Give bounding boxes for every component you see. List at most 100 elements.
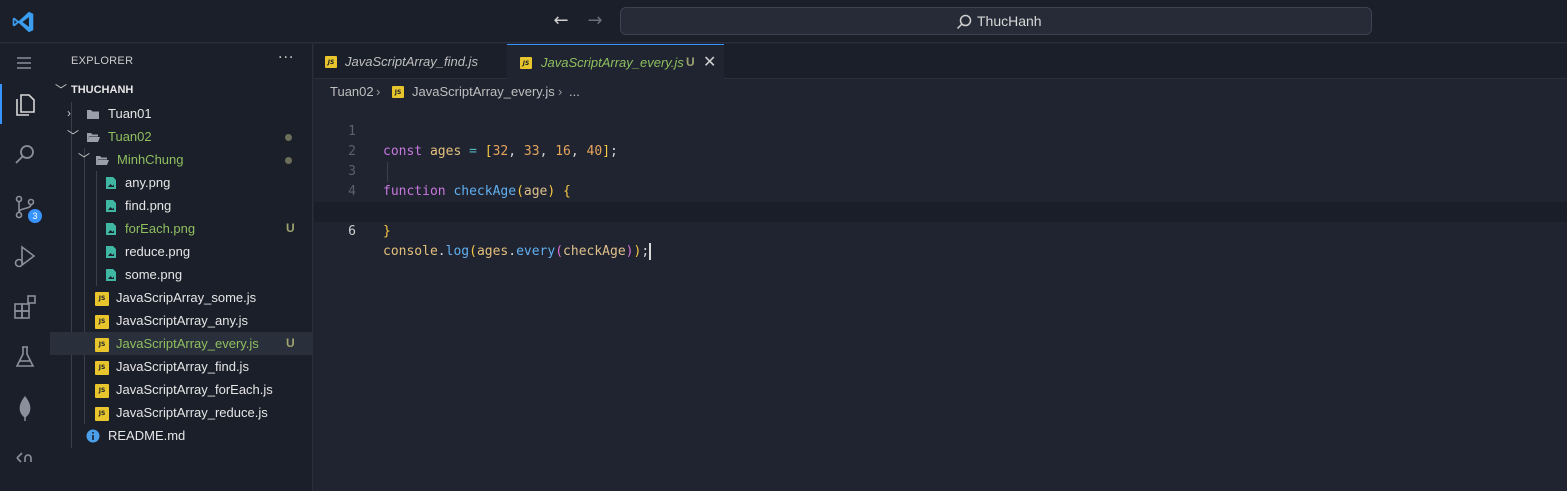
tab-label: JavaScriptArray_find.js bbox=[345, 54, 478, 69]
image-file-icon bbox=[106, 269, 116, 281]
untracked-status: U bbox=[686, 55, 695, 69]
tree-folder-tuan02[interactable]: ﹀ Tuan02 bbox=[50, 125, 312, 148]
tree-item-label: MinhChung bbox=[117, 152, 184, 167]
code-line: 5 } bbox=[314, 182, 1567, 239]
js-file-icon: JS bbox=[325, 56, 337, 68]
tree-folder-minhchung[interactable]: ﹀ MinhChung bbox=[50, 148, 312, 171]
chevron-down-icon: ﹀ bbox=[55, 83, 68, 97]
testing-flask-icon[interactable] bbox=[0, 336, 50, 376]
command-center-search[interactable]: ThucHanh bbox=[620, 7, 1372, 35]
source-control-icon[interactable]: 3 bbox=[0, 186, 50, 226]
line-number: 6 bbox=[348, 224, 356, 239]
tree-file-reduce-png[interactable]: reduce.png bbox=[50, 240, 312, 263]
explorer-title: EXPLORER bbox=[71, 55, 134, 67]
tab-label: JavaScriptArray_every.js bbox=[541, 55, 684, 70]
search-text: ThucHanh bbox=[977, 13, 1042, 29]
tree-item-label: reduce.png bbox=[125, 244, 191, 259]
code-line: 1 const ages = [32, 33, 16, 40]; bbox=[314, 102, 1567, 159]
more-actions-icon[interactable]: ··· bbox=[278, 50, 294, 66]
editor-tabs: JS JavaScriptArray_find.js JS JavaScript… bbox=[314, 44, 1567, 79]
code-line: 4 return age > 18; bbox=[314, 162, 1567, 219]
tree-item-label: any.png bbox=[125, 175, 171, 190]
breadcrumb-file[interactable]: JavaScriptArray_every.js bbox=[412, 82, 555, 102]
tree-item-label: README.md bbox=[108, 428, 186, 443]
workspace-root[interactable]: ﹀ THUCHANH bbox=[50, 79, 312, 102]
untracked-status: U bbox=[286, 221, 295, 235]
code-line-current: 6 console.log(ages.every(checkAge)); bbox=[314, 202, 1567, 260]
modified-dot bbox=[285, 134, 292, 141]
folder-open-icon bbox=[96, 156, 109, 165]
tree-item-label: JavaScriptArray_any.js bbox=[116, 313, 248, 328]
tree-file-every-js[interactable]: JS JavaScriptArray_every.js U bbox=[50, 332, 312, 355]
mongodb-leaf-icon[interactable] bbox=[0, 386, 50, 426]
tab-find-js[interactable]: JS JavaScriptArray_find.js bbox=[314, 44, 507, 79]
tree-file-some-png[interactable]: some.png bbox=[50, 263, 312, 286]
vscode-logo-icon[interactable] bbox=[10, 9, 36, 35]
explorer-sidebar: EXPLORER ··· ﹀ THUCHANH › Tuan01 ﹀ Tuan0… bbox=[50, 44, 313, 491]
code-editor[interactable]: 1 const ages = [32, 33, 16, 40]; 2 3 fun… bbox=[314, 102, 1567, 491]
tree-folder-tuan01[interactable]: › Tuan01 bbox=[50, 102, 312, 125]
chevron-down-icon: ﹀ bbox=[67, 129, 80, 143]
breadcrumb-symbol[interactable]: ... bbox=[569, 82, 580, 102]
folder-open-icon bbox=[87, 133, 100, 142]
js-file-icon: JS bbox=[520, 57, 532, 69]
js-file-icon: JS bbox=[95, 315, 109, 329]
run-debug-icon[interactable] bbox=[0, 236, 50, 276]
chevron-down-icon: ﹀ bbox=[78, 152, 91, 166]
js-file-icon: JS bbox=[95, 384, 109, 398]
tree-file-any-png[interactable]: any.png bbox=[50, 171, 312, 194]
text-cursor bbox=[649, 243, 652, 260]
breadcrumb-folder[interactable]: Tuan02 bbox=[330, 82, 374, 102]
menu-icon[interactable] bbox=[0, 44, 50, 80]
activity-bar: 3 bbox=[0, 44, 50, 491]
search-icon bbox=[956, 14, 972, 30]
tree-item-label: JavaScripArray_some.js bbox=[116, 290, 257, 305]
workspace-root-label: THUCHANH bbox=[71, 84, 134, 96]
search-view-icon[interactable] bbox=[0, 135, 50, 175]
title-bar: ← → ThucHanh bbox=[0, 0, 1567, 43]
tree-file-readme[interactable]: README.md bbox=[50, 424, 312, 447]
tree-item-label: JavaScriptArray_find.js bbox=[116, 359, 249, 374]
tree-item-label: JavaScriptArray_forEach.js bbox=[116, 382, 273, 397]
js-file-icon: JS bbox=[95, 338, 109, 352]
js-file-icon: JS bbox=[95, 292, 109, 306]
tree-file-reduce-js[interactable]: JS JavaScriptArray_reduce.js bbox=[50, 401, 312, 424]
tree-item-label: forEach.png bbox=[125, 221, 196, 236]
forward-arrow-icon[interactable]: → bbox=[583, 10, 607, 32]
tree-item-label: find.png bbox=[125, 198, 172, 213]
tree-item-label: some.png bbox=[125, 267, 183, 282]
tree-file-some-js[interactable]: JS JavaScripArray_some.js bbox=[50, 286, 312, 309]
tree-item-label: Tuan02 bbox=[108, 129, 152, 144]
js-file-icon: JS bbox=[95, 407, 109, 421]
explorer-icon[interactable] bbox=[0, 84, 50, 124]
untracked-status: U bbox=[286, 336, 295, 350]
source-control-badge: 3 bbox=[28, 209, 42, 223]
close-icon[interactable]: ✕ bbox=[703, 45, 716, 80]
tree-file-any-js[interactable]: JS JavaScriptArray_any.js bbox=[50, 309, 312, 332]
tree-file-foreach-js[interactable]: JS JavaScriptArray_forEach.js bbox=[50, 378, 312, 401]
chevron-right-icon: › bbox=[67, 106, 71, 120]
js-file-icon: JS bbox=[95, 361, 109, 375]
image-file-icon bbox=[106, 223, 116, 235]
chevron-right-icon: › bbox=[558, 84, 563, 99]
info-icon bbox=[86, 429, 100, 443]
chevron-right-icon: › bbox=[376, 84, 381, 99]
tree-file-find-js[interactable]: JS JavaScriptArray_find.js bbox=[50, 355, 312, 378]
tree-item-label: Tuan01 bbox=[108, 106, 152, 121]
folder-icon bbox=[87, 110, 99, 119]
tree-file-foreach-png[interactable]: forEach.png U bbox=[50, 217, 312, 240]
tree-file-find-png[interactable]: find.png bbox=[50, 194, 312, 217]
js-file-icon: JS bbox=[392, 86, 404, 98]
tab-every-js[interactable]: JS JavaScriptArray_every.js U ✕ bbox=[507, 44, 724, 79]
remote-explorer-icon[interactable] bbox=[0, 436, 50, 476]
image-file-icon bbox=[106, 246, 116, 258]
tree-item-label: JavaScriptArray_reduce.js bbox=[116, 405, 268, 420]
back-arrow-icon[interactable]: ← bbox=[549, 10, 573, 32]
code-line: 2 bbox=[314, 122, 1567, 159]
tree-item-label: JavaScriptArray_every.js bbox=[116, 336, 259, 351]
image-file-icon bbox=[106, 200, 116, 212]
modified-dot bbox=[285, 157, 292, 164]
code-line: 3 function checkAge(age) { bbox=[314, 142, 1567, 199]
image-file-icon bbox=[106, 177, 116, 189]
extensions-icon[interactable] bbox=[0, 286, 50, 326]
